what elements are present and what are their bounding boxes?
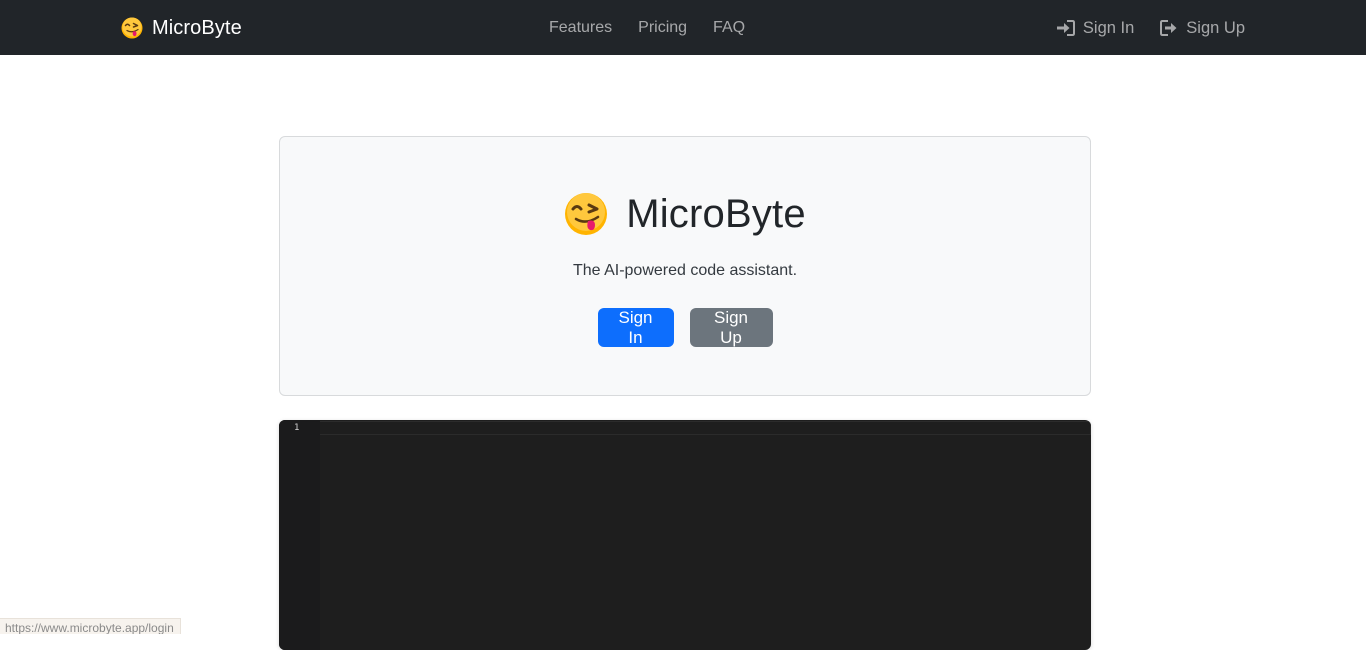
face-savoring-food-emoji-icon [121,17,143,39]
hero-title-row: MicroByte [280,189,1090,239]
auth-nav: Sign In Sign Up [1056,14,1245,42]
top-navbar: MicroByte Features Pricing FAQ Sign In S… [0,0,1366,55]
main-nav: Features Pricing FAQ [536,14,758,42]
nav-sign-up-link[interactable]: Sign Up [1134,19,1245,38]
brand-name: MicroByte [152,16,242,39]
face-savoring-food-emoji-icon [565,193,608,235]
brand-link[interactable]: MicroByte [121,14,242,42]
hero-tagline: The AI-powered code assistant. [572,262,798,279]
sign-in-button[interactable]: Sign In [597,308,674,347]
status-bar-url: https://www.microbyte.app/login [0,618,181,634]
nav-link-faq[interactable]: FAQ [700,19,758,37]
sign-up-button[interactable]: Sign Up [689,308,773,347]
hero-card: MicroByte The AI-powered code assistant.… [279,136,1091,396]
hero-buttons: Sign In Sign Up [280,308,1090,347]
nav-sign-up-label: Sign Up [1186,18,1245,37]
nav-sign-in-link[interactable]: Sign In [1056,18,1135,38]
nav-link-pricing[interactable]: Pricing [625,19,700,37]
line-number: 1 [294,423,300,433]
editor-gutter: 1 [279,420,320,650]
hero-title: MicroByte [626,191,806,236]
code-editor[interactable]: 1 [279,420,1091,650]
nav-link-features[interactable]: Features [536,19,625,37]
editor-active-line[interactable] [320,421,1091,435]
nav-sign-in-label: Sign In [1082,18,1135,37]
sign-out-icon [1160,20,1177,36]
sign-in-icon [1056,20,1075,36]
